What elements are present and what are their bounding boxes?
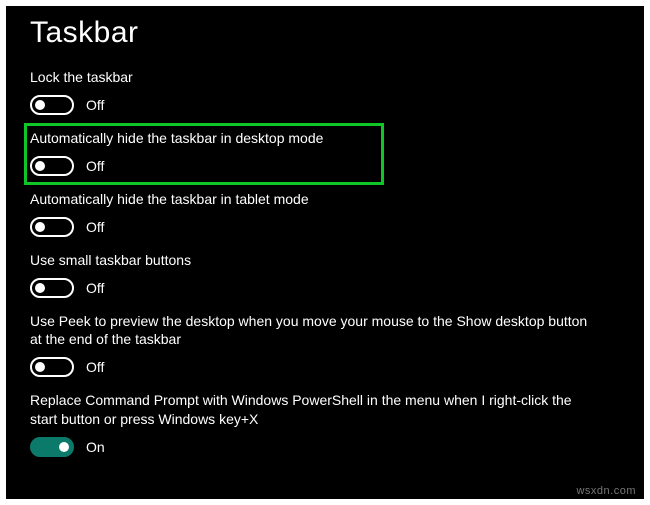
toggle-state-label: Off [86,280,104,296]
setting-replace-cmd: Replace Command Prompt with Windows Powe… [30,391,626,457]
toggle-knob-icon [35,222,45,232]
toggle-replace-cmd[interactable] [30,437,74,457]
setting-label: Use Peek to preview the desktop when you… [30,312,590,350]
toggle-lock-taskbar[interactable] [30,95,74,115]
setting-label: Replace Command Prompt with Windows Powe… [30,391,590,429]
setting-lock-taskbar: Lock the taskbar Off [30,68,626,115]
toggle-autohide-tablet[interactable] [30,217,74,237]
toggle-knob-icon [35,161,45,171]
setting-use-peek: Use Peek to preview the desktop when you… [30,312,626,378]
toggle-row: Off [30,278,626,298]
setting-autohide-desktop: Automatically hide the taskbar in deskto… [30,129,626,176]
toggle-state-label: Off [86,97,104,113]
watermark-text: wsxdn.com [576,485,636,497]
toggle-knob-icon [35,283,45,293]
toggle-autohide-desktop[interactable] [30,156,74,176]
setting-label: Lock the taskbar [30,68,590,87]
toggle-use-peek[interactable] [30,357,74,377]
toggle-row: Off [30,357,626,377]
toggle-state-label: Off [86,359,104,375]
toggle-small-buttons[interactable] [30,278,74,298]
toggle-state-label: On [86,439,105,455]
toggle-knob-icon [59,442,69,452]
toggle-row: On [30,437,626,457]
taskbar-settings-panel: Taskbar Lock the taskbar Off Automatical… [6,6,644,499]
setting-autohide-tablet: Automatically hide the taskbar in tablet… [30,190,626,237]
setting-label: Automatically hide the taskbar in tablet… [30,190,590,209]
toggle-knob-icon [35,100,45,110]
toggle-knob-icon [35,362,45,372]
toggle-state-label: Off [86,219,104,235]
page-title: Taskbar [30,16,626,50]
setting-label: Automatically hide the taskbar in deskto… [30,129,590,148]
toggle-state-label: Off [86,158,104,174]
setting-small-buttons: Use small taskbar buttons Off [30,251,626,298]
toggle-row: Off [30,156,626,176]
setting-label: Use small taskbar buttons [30,251,590,270]
toggle-row: Off [30,95,626,115]
toggle-row: Off [30,217,626,237]
